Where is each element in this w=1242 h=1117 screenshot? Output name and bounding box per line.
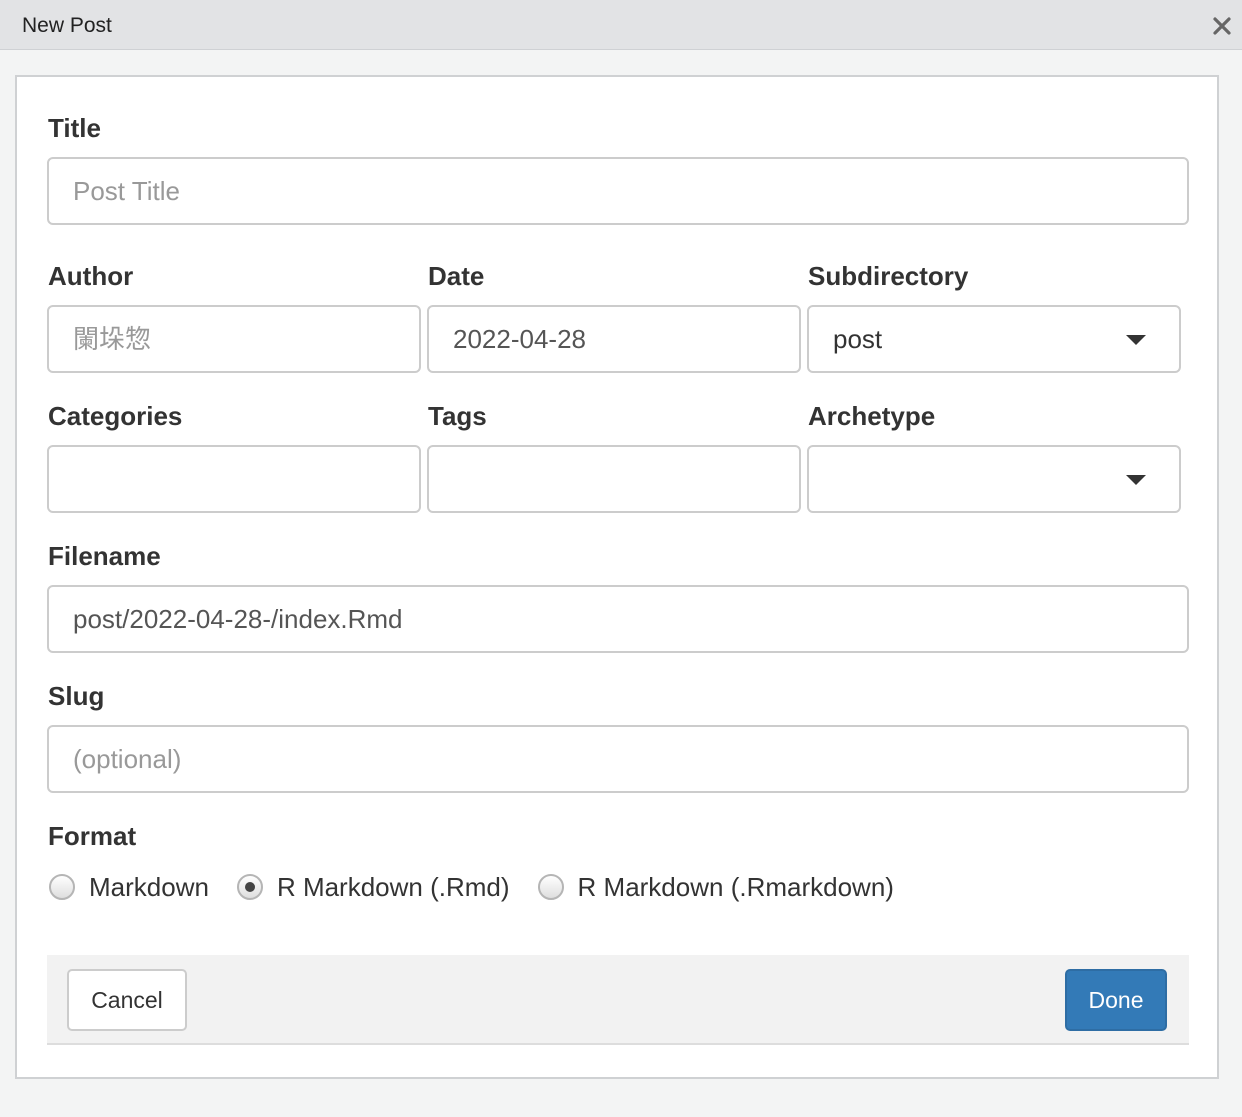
caret-down-icon [1126,335,1146,345]
filename-label: Filename [48,541,161,571]
dialog-footer: Cancel Done [47,955,1189,1045]
cancel-button[interactable]: Cancel [67,969,187,1031]
radio-button[interactable] [49,874,75,900]
categories-input[interactable] [47,445,421,513]
format-radio-group: Markdown R Markdown (.Rmd) R Markdown (.… [49,869,922,905]
format-option-rmarkdown[interactable]: R Markdown (.Rmarkdown) [537,871,894,903]
new-post-form: Title Author Date Subdirectory post Cate… [15,75,1219,1079]
radio-label: R Markdown (.Rmarkdown) [577,871,894,902]
title-label: Title [48,113,101,143]
archetype-select[interactable] [807,445,1181,513]
subdirectory-label: Subdirectory [808,261,969,291]
radio-button-selected[interactable] [236,874,263,900]
close-button[interactable] [1208,12,1236,40]
slug-input[interactable] [47,725,1189,793]
tags-label: Tags [428,401,487,431]
format-option-rmd[interactable]: R Markdown (.Rmd) [236,871,510,903]
close-icon [1213,17,1231,35]
tags-input[interactable] [427,445,801,513]
radio-label: Markdown [89,871,209,902]
title-input[interactable] [47,157,1189,225]
format-option-markdown[interactable]: Markdown [49,872,209,903]
subdirectory-select[interactable]: post [807,305,1181,373]
archetype-label: Archetype [808,401,936,431]
date-label: Date [428,261,485,291]
done-button[interactable]: Done [1065,969,1167,1031]
radio-label: R Markdown (.Rmd) [276,871,510,902]
categories-label: Categories [48,401,183,431]
slug-label: Slug [48,681,105,711]
radio-button[interactable] [537,874,564,900]
subdirectory-value: post [833,324,883,354]
filename-input[interactable] [47,585,1189,653]
window-title: New Post [22,14,112,37]
date-input[interactable] [427,305,801,373]
author-input[interactable] [47,305,421,373]
title-bar: New Post [0,0,1242,50]
format-label: Format [48,821,137,851]
author-label: Author [48,261,134,291]
caret-down-icon [1126,475,1146,485]
